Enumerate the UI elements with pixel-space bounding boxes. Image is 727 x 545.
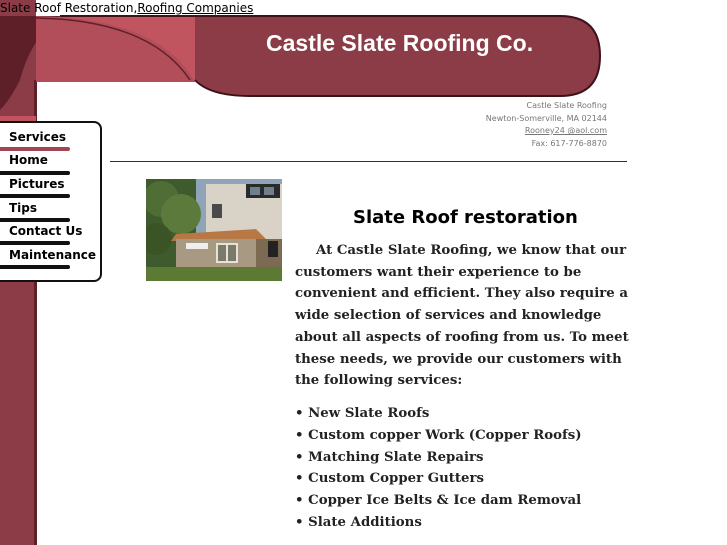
nav-underline bbox=[0, 171, 70, 175]
nav-underline bbox=[0, 147, 70, 151]
contact-fax: Fax: 617-776-8870 bbox=[531, 138, 607, 148]
top-links: Slate Roof Restoration,Roofing Companies bbox=[0, 0, 253, 16]
list-item: • Matching Slate Repairs bbox=[295, 449, 484, 465]
nav-item-services[interactable]: Services bbox=[9, 130, 66, 144]
contact-block: Castle Slate Roofing Newton-Somerville, … bbox=[486, 100, 607, 150]
list-item: • Custom Copper Gutters bbox=[295, 471, 484, 487]
sidebar-nav: Services Home Pictures Tips Contact Us M… bbox=[0, 121, 102, 282]
contact-location: Newton-Somerville, MA 02144 bbox=[485, 113, 607, 123]
nav-underline bbox=[0, 265, 70, 269]
header-divider bbox=[110, 161, 627, 162]
roofing-companies-link[interactable]: Roofing Companies bbox=[137, 1, 253, 15]
page-heading: Slate Roof restoration bbox=[353, 207, 578, 228]
house-photo bbox=[146, 179, 282, 281]
nav-item-maintenance[interactable]: Maintenance bbox=[9, 248, 96, 262]
contact-email-link[interactable]: Rooney24 @aol.com bbox=[486, 125, 607, 138]
nav-item-home[interactable]: Home bbox=[9, 153, 48, 167]
nav-underline bbox=[0, 241, 70, 245]
nav-underline bbox=[0, 218, 70, 222]
list-item: • New Slate Roofs bbox=[295, 406, 430, 421]
contact-name: Castle Slate Roofing bbox=[526, 101, 607, 110]
topline-text: Slate Roof Restoration bbox=[0, 1, 134, 15]
intro-paragraph: At Castle Slate Roofing, we know that ou… bbox=[295, 240, 635, 392]
nav-underline bbox=[0, 194, 70, 198]
nav-item-pictures[interactable]: Pictures bbox=[9, 177, 65, 191]
site-title: Castle Slate Roofing Co. bbox=[266, 30, 534, 56]
nav-item-tips[interactable]: Tips bbox=[9, 201, 37, 215]
list-item: • Slate Additions bbox=[295, 514, 422, 530]
list-item: • Custom copper Work (Copper Roofs) bbox=[295, 427, 582, 443]
intro-text: At Castle Slate Roofing, we know that ou… bbox=[295, 243, 629, 389]
services-list: • New Slate Roofs • Custom copper Work (… bbox=[295, 403, 582, 534]
list-item: • Copper Ice Belts & Ice dam Removal bbox=[295, 493, 582, 509]
nav-item-contact-us[interactable]: Contact Us bbox=[9, 224, 82, 238]
